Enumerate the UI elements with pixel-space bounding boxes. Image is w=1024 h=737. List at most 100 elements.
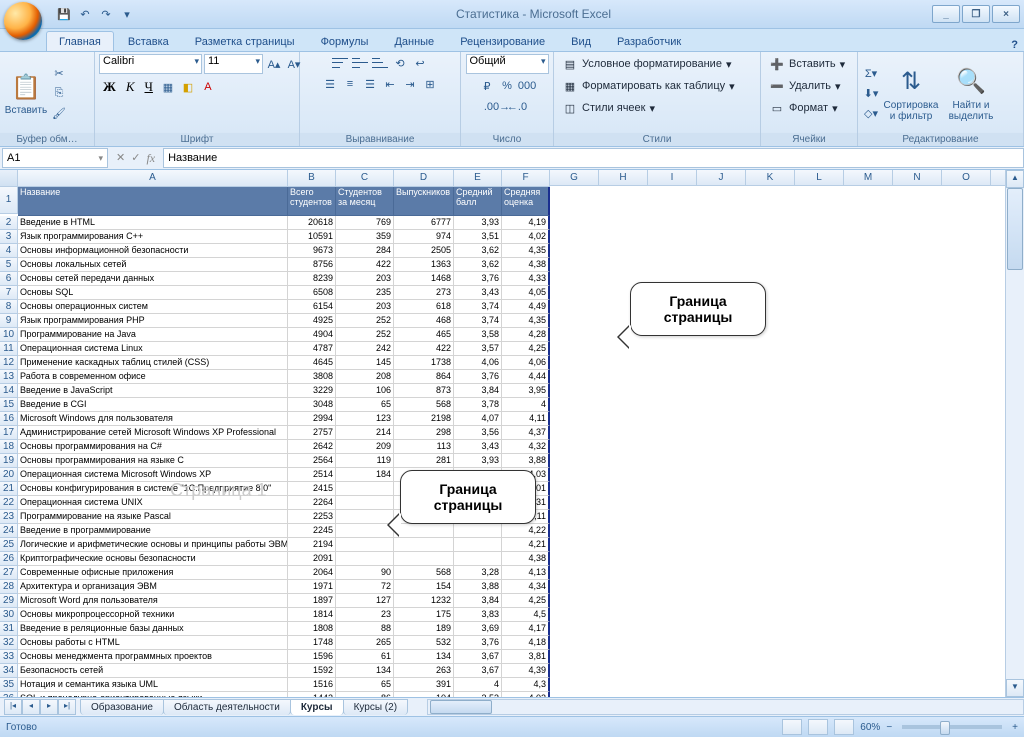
cell[interactable]: 3,74 — [454, 300, 502, 314]
row-header[interactable]: 29 — [0, 594, 18, 608]
cell[interactable]: 2642 — [288, 440, 336, 454]
sheet-tab[interactable]: Область деятельности — [163, 699, 291, 715]
merge-icon[interactable]: ⊞ — [421, 75, 439, 93]
cell[interactable]: 618 — [394, 300, 454, 314]
cell[interactable]: Работа в современном офисе — [18, 370, 288, 384]
cell[interactable]: 422 — [394, 342, 454, 356]
cell[interactable]: 175 — [394, 608, 454, 622]
cell[interactable]: 4787 — [288, 342, 336, 356]
tab-data[interactable]: Данные — [382, 32, 446, 51]
tab-insert[interactable]: Вставка — [116, 32, 181, 51]
cell[interactable]: 3,76 — [454, 370, 502, 384]
table-header-cell[interactable]: Средний балл — [454, 187, 502, 216]
row-header[interactable]: 9 — [0, 314, 18, 328]
fill-color-icon[interactable]: ◧ — [179, 78, 197, 96]
copy-icon[interactable]: ⎘ — [50, 85, 68, 103]
cell[interactable]: Программирование на языке Pascal — [18, 510, 288, 524]
cell[interactable]: 265 — [336, 636, 394, 650]
cell[interactable]: Безопасность сетей — [18, 664, 288, 678]
cell[interactable]: 252 — [336, 314, 394, 328]
cell[interactable]: 2505 — [394, 244, 454, 258]
scroll-thumb[interactable] — [1007, 188, 1023, 270]
cell[interactable]: 1897 — [288, 594, 336, 608]
fx-icon[interactable]: fx — [146, 151, 155, 166]
cell[interactable]: Основы информационной безопасности — [18, 244, 288, 258]
cell[interactable]: 1814 — [288, 608, 336, 622]
table-header-cell[interactable]: Всего студентов — [288, 187, 336, 216]
column-header[interactable]: H — [599, 170, 648, 186]
cell[interactable]: SQL и процедурно-ориентированные языки — [18, 692, 288, 697]
cell[interactable]: 3,88 — [454, 580, 502, 594]
cell[interactable]: 4,38 — [502, 258, 550, 272]
minimize-button[interactable]: _ — [932, 5, 960, 23]
cancel-formula-icon[interactable]: ✕ — [116, 151, 125, 166]
cell[interactable]: 4 — [502, 398, 550, 412]
row-header[interactable]: 20 — [0, 468, 18, 482]
page-layout-view-icon[interactable] — [808, 719, 828, 735]
cell[interactable]: Основы программирования на C# — [18, 440, 288, 454]
cell[interactable]: Введение в CGI — [18, 398, 288, 412]
cell[interactable]: Основы работы с HTML — [18, 636, 288, 650]
cell[interactable]: Введение в HTML — [18, 216, 288, 230]
row-header[interactable]: 14 — [0, 384, 18, 398]
cell[interactable]: 3,58 — [454, 328, 502, 342]
scroll-up-icon[interactable]: ▲ — [1006, 170, 1024, 188]
row-header[interactable]: 8 — [0, 300, 18, 314]
cell[interactable]: 3,51 — [454, 230, 502, 244]
cell[interactable]: 468 — [394, 314, 454, 328]
cut-icon[interactable]: ✂ — [50, 65, 68, 83]
cell[interactable]: 4,5 — [502, 608, 550, 622]
cell[interactable]: 3,84 — [454, 384, 502, 398]
autosum-icon[interactable]: Σ▾ — [862, 65, 880, 83]
next-sheet-icon[interactable]: ▸ — [40, 699, 58, 715]
tab-home[interactable]: Главная — [46, 31, 114, 51]
cell[interactable]: 3,76 — [454, 636, 502, 650]
cell[interactable] — [336, 496, 394, 510]
column-header[interactable]: D — [394, 170, 454, 187]
cell[interactable]: 106 — [336, 384, 394, 398]
cell[interactable] — [454, 552, 502, 566]
cell[interactable]: 568 — [394, 566, 454, 580]
cell[interactable]: 4,13 — [502, 566, 550, 580]
border-icon[interactable]: ▦ — [159, 78, 177, 96]
cell[interactable]: Применение каскадных таблиц стилей (CSS) — [18, 356, 288, 370]
column-header[interactable]: K — [746, 170, 795, 186]
cell[interactable]: Основы операционных систем — [18, 300, 288, 314]
help-icon[interactable]: ? — [1011, 39, 1018, 51]
cell[interactable]: 2245 — [288, 524, 336, 538]
cell[interactable]: 4 — [454, 678, 502, 692]
underline-button[interactable]: Ч — [141, 77, 157, 97]
cell[interactable]: 1516 — [288, 678, 336, 692]
cell[interactable]: 8756 — [288, 258, 336, 272]
cell[interactable]: 4,38 — [502, 552, 550, 566]
cell[interactable]: 3,53 — [454, 692, 502, 697]
cell[interactable]: 2064 — [288, 566, 336, 580]
cell[interactable]: 3,95 — [502, 384, 550, 398]
cell[interactable]: 184 — [336, 468, 394, 482]
find-select-button[interactable]: 🔍 Найти и выделить — [942, 58, 1000, 130]
cell[interactable]: 2264 — [288, 496, 336, 510]
select-all-corner[interactable] — [0, 170, 18, 187]
cell[interactable]: 298 — [394, 426, 454, 440]
conditional-formatting-button[interactable]: ▤Условное форматирование ▾ — [558, 54, 735, 74]
cell[interactable] — [394, 524, 454, 538]
cell[interactable]: 568 — [394, 398, 454, 412]
tab-formulas[interactable]: Формулы — [309, 32, 381, 51]
orientation-icon[interactable]: ⟲ — [391, 54, 409, 72]
cell[interactable]: Нотация и семантика языка UML — [18, 678, 288, 692]
table-header-cell[interactable]: Название — [18, 187, 288, 216]
cell[interactable]: 2514 — [288, 468, 336, 482]
cell[interactable]: 2198 — [394, 412, 454, 426]
cell[interactable]: 3,67 — [454, 664, 502, 678]
redo-icon[interactable]: ↷ — [98, 6, 114, 22]
hscroll-thumb[interactable] — [430, 700, 492, 714]
row-header[interactable]: 21 — [0, 482, 18, 496]
cell[interactable]: 4645 — [288, 356, 336, 370]
align-bottom-icon[interactable] — [371, 54, 389, 72]
paste-button[interactable]: 📋 Вставить — [4, 58, 48, 130]
cell[interactable]: Администрирование сетей Microsoft Window… — [18, 426, 288, 440]
cell[interactable]: 252 — [336, 328, 394, 342]
comma-icon[interactable]: 000 — [518, 77, 536, 95]
cell[interactable]: 4,21 — [502, 538, 550, 552]
cell[interactable]: 1596 — [288, 650, 336, 664]
